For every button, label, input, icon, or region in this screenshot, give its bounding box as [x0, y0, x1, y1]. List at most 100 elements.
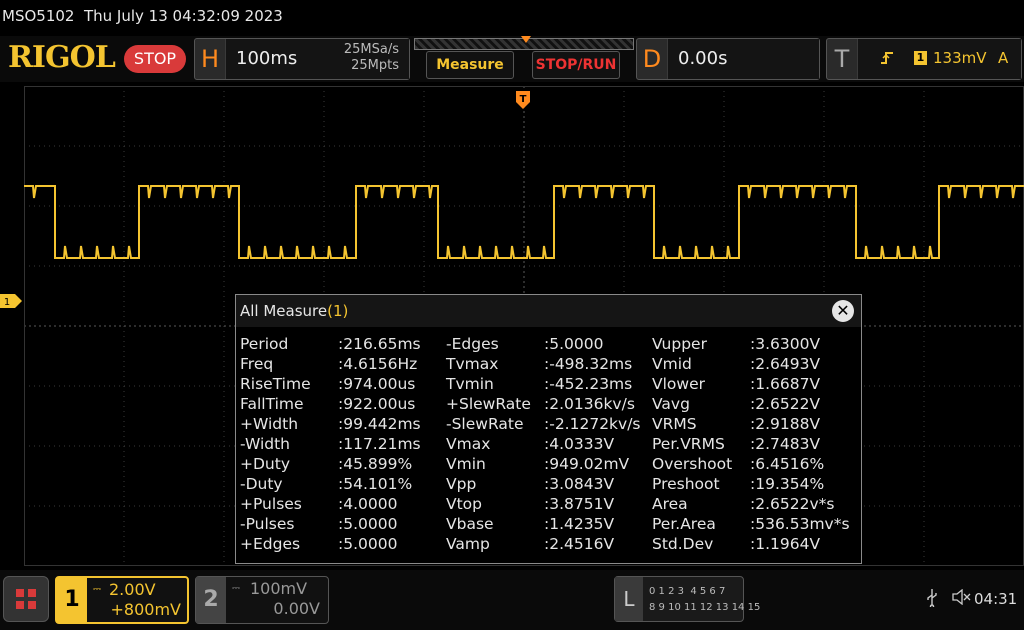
horizontal-timebase-box[interactable]: H 100ms 25MSa/s 25Mpts	[194, 38, 410, 80]
ch1-number: 1	[57, 578, 87, 622]
svg-text:1: 1	[4, 297, 10, 308]
measure-label: Vbase	[446, 515, 494, 533]
measure-value: :949.02mV	[544, 455, 630, 473]
la-label: L	[615, 577, 643, 621]
measure-value: :922.00us	[338, 395, 416, 413]
measurement-table: Period:216.65ms -Edges:5.0000 Vupper:3.630…	[236, 335, 861, 563]
measure-value: :1.4235V	[544, 515, 615, 533]
measure-value: :5.0000	[338, 535, 398, 553]
all-measure-panel: All Measure(1) ✕ Period :216.65ms -Edges :5…	[235, 294, 862, 564]
toolbar: RIGOL STOP H 100ms 25MSa/s 25Mpts Measur…	[0, 36, 1024, 82]
measure-value: :3.0843V	[544, 475, 615, 493]
rising-edge-icon	[880, 51, 894, 69]
measure-label: Per.Area	[652, 515, 716, 533]
measure-value: :1.6687V	[750, 375, 821, 393]
channel-1-box[interactable]: 1 ⎓ 2.00V +800mV	[55, 576, 189, 624]
measure-value: :5.0000	[544, 335, 604, 353]
status-line: MSO5102 Thu July 13 04:32:09 2023	[0, 0, 1024, 36]
delay-box[interactable]: D 0.00s	[636, 38, 820, 80]
measure-value: :1.1964V	[750, 535, 821, 553]
measure-value: :2.7483V	[750, 435, 821, 453]
measure-value: :216.65ms	[338, 335, 421, 353]
ch2-number: 2	[196, 577, 226, 623]
ch1-scale: 2.00V	[109, 580, 156, 599]
measure-value: :4.0000	[338, 495, 398, 513]
stop-run-button[interactable]: STOP/RUN	[532, 51, 620, 79]
trigger-level: 133mV	[933, 49, 987, 67]
panel-count: (1)	[327, 302, 349, 320]
dc-coupling-icon: ⎓	[93, 584, 101, 595]
measure-label: Vpp	[446, 475, 477, 493]
measure-label: Area	[652, 495, 688, 513]
home-menu-icon[interactable]	[3, 576, 49, 622]
sample-rate: 25MSa/s	[343, 42, 399, 57]
measure-value: :5.0000	[338, 515, 398, 533]
trigger-source: 1	[914, 51, 927, 65]
measure-label: Vtop	[446, 495, 483, 513]
rigol-logo: RIGOL	[8, 40, 116, 75]
measure-value: :45.899%	[338, 455, 413, 473]
panel-header: All Measure(1) ✕	[236, 295, 861, 327]
measure-label: Preshoot	[652, 475, 720, 493]
la-channels-row1: 0 1 2 3 4 5 6 7	[649, 586, 726, 597]
measure-label: VRMS	[652, 415, 697, 433]
run-state-badge[interactable]: STOP	[124, 45, 186, 73]
measure-value: :6.4516%	[750, 455, 825, 473]
trigger-mode: A	[998, 49, 1009, 67]
measure-value: :2.9188V	[750, 415, 821, 433]
measure-label: Vlower	[652, 375, 705, 393]
measure-value: :-498.32ms	[544, 355, 633, 373]
ch1-offset-marker[interactable]: 1	[0, 294, 22, 308]
measure-label: -SlewRate	[446, 415, 524, 433]
measure-label: Freq	[240, 355, 274, 373]
measure-value: :4.6156Hz	[338, 355, 418, 373]
close-icon[interactable]: ✕	[832, 300, 854, 322]
measure-value: :2.4516V	[544, 535, 615, 553]
measure-label: -Duty	[240, 475, 283, 493]
trigger-position-marker[interactable]: T	[516, 91, 530, 109]
trigger-position-marker-icon	[521, 36, 531, 43]
bottom-bar: 1 ⎓ 2.00V +800mV 2 ⎓ 100mV 0.00V L 0 1 2…	[0, 570, 1024, 630]
svg-text:T: T	[520, 94, 527, 105]
measure-value: :99.442ms	[338, 415, 421, 433]
measure-label: +Edges	[240, 535, 301, 553]
measure-label: -Pulses	[240, 515, 295, 533]
dc-coupling-icon: ⎓	[232, 583, 240, 594]
measure-label: Vmin	[446, 455, 486, 473]
measure-button[interactable]: Measure	[426, 51, 514, 79]
measure-label: -Width	[240, 435, 290, 453]
delay-label: D	[642, 45, 662, 73]
measure-value: :54.101%	[338, 475, 413, 493]
measure-label: RiseTime	[240, 375, 311, 393]
measure-label: Tvmax	[446, 355, 499, 373]
measure-value: :2.0136kv/s	[544, 395, 635, 413]
measure-value: :117.21ms	[338, 435, 421, 453]
measure-value: :4.0333V	[544, 435, 615, 453]
speaker-muted-icon[interactable]	[952, 588, 972, 609]
logic-analyzer-box[interactable]: L 0 1 2 3 4 5 6 7 8 9 10 11 12 13 14 15	[614, 576, 760, 622]
measure-label: +Width	[240, 415, 299, 433]
device-datetime: MSO5102 Thu July 13 04:32:09 2023	[2, 7, 283, 25]
measure-label: Vupper	[652, 335, 707, 353]
measure-label: -Edges	[446, 335, 499, 353]
la-channels-row2: 8 9 10 11 12 13 14 15	[649, 602, 761, 613]
measure-value: :19.354%	[750, 475, 825, 493]
measure-label: Vamp	[446, 535, 490, 553]
measure-value: :974.00us	[338, 375, 416, 393]
measure-value: :-452.23ms	[544, 375, 633, 393]
panel-title: All Measure(1)	[240, 302, 349, 320]
measure-label: +Pulses	[240, 495, 302, 513]
measure-label: +SlewRate	[446, 395, 531, 413]
measure-label: Period	[240, 335, 289, 353]
channel-2-box[interactable]: 2 ⎓ 100mV 0.00V	[195, 576, 329, 624]
measure-label: Vmid	[652, 355, 692, 373]
memory-depth: 25Mpts	[351, 58, 399, 73]
measure-label: Tvmin	[446, 375, 494, 393]
measure-label: Vavg	[652, 395, 690, 413]
ch2-offset: 0.00V	[273, 599, 320, 618]
measure-value: :2.6522v*s	[750, 495, 835, 513]
usb-icon	[926, 589, 938, 611]
ch2-scale: 100mV	[250, 579, 308, 598]
measure-value: :536.53mv*s	[750, 515, 850, 533]
trigger-box[interactable]: T 1 133mV A	[826, 38, 1022, 80]
